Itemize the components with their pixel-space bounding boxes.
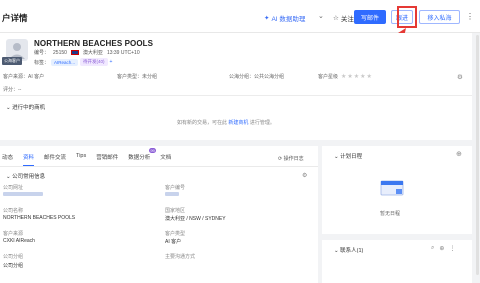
field-value: 澳大利亚 / NSW / SYDNEY <box>165 216 226 222</box>
field-label: 客户来源 <box>3 231 24 237</box>
divider <box>0 95 472 96</box>
add-tag-icon[interactable]: + <box>110 59 113 65</box>
field-value: AI 客户 <box>165 239 182 245</box>
status-badge: 公海客户 <box>2 57 22 65</box>
id-label: 编号： <box>34 50 50 56</box>
tab-activity[interactable]: 动态 <box>2 153 13 166</box>
tag-line: 标签： AIReach... 待开发(40) + <box>34 58 112 66</box>
field-label: 公司网址 <box>3 185 24 191</box>
field-label: 客户编号 <box>165 185 186 191</box>
contacts-title[interactable]: ⌄ 联系人(1) <box>334 246 363 254</box>
tab-email[interactable]: 邮件交流 <box>44 153 66 166</box>
field-value <box>3 192 43 198</box>
company-name: NORTHERN BEACHES POOLS <box>34 39 154 48</box>
tab-bar: 动态 资料 邮件交流 Tips 营销邮件 数据分析 99 文档 <box>0 148 318 167</box>
empty-pre: 如有新的交易，可在此 <box>177 120 228 126</box>
empty-post: 进行管理。 <box>249 120 275 126</box>
tab-analysis[interactable]: 数据分析 99 <box>128 148 157 166</box>
type-field: 客户类型：未分组 <box>117 74 158 80</box>
plus-icon[interactable]: ⊕ <box>456 150 462 158</box>
tag-chip[interactable]: 待开发(40) <box>80 58 108 66</box>
id-value: 25150 <box>53 49 67 56</box>
gear-icon[interactable]: ⚙ <box>302 172 307 179</box>
field-label: 公司名称 <box>3 208 24 214</box>
tag-chip[interactable]: AIReach... <box>51 58 79 66</box>
contacts-actions: ⌕ ⊕ ⋮ <box>431 245 455 252</box>
field-label: 公司分组 <box>3 254 24 260</box>
section-title[interactable]: ⌄ 公司常用信息 <box>6 172 45 180</box>
rating-field: 评分：-- <box>3 87 22 93</box>
opportunity-label: 进行中的商机 <box>12 105 46 111</box>
op-log-label: 操作日志 <box>283 156 304 162</box>
contacts-title-label: 联系人(1) <box>340 248 364 254</box>
field-label: 国家地区 <box>165 208 186 214</box>
operation-log-button[interactable]: ⟳ 操作日志 <box>278 155 304 162</box>
tags-label: 标签： <box>34 59 50 66</box>
field-value <box>165 192 179 198</box>
field-value: CXKI AIReach <box>3 238 35 244</box>
section-title-label: 公司常用信息 <box>12 174 46 180</box>
country: 澳大利亚 <box>82 50 103 56</box>
tab-marketing[interactable]: 营销邮件 <box>96 153 118 166</box>
star-field-label: 客户星级 <box>318 74 339 80</box>
scrollbar[interactable] <box>476 35 479 275</box>
tab-tips[interactable]: Tips <box>76 153 86 166</box>
detail-card: 动态 资料 邮件交流 Tips 营销邮件 数据分析 99 文档 ⟳ 操作日志 ⌄… <box>0 146 318 283</box>
plan-title-label: 计划日程 <box>340 154 363 160</box>
search-icon[interactable]: ⌕ <box>431 245 434 252</box>
opportunity-empty: 如有新的交易，可在此 新建商机 进行管理。 <box>177 119 275 126</box>
plan-card: ⌄ 计划日程 ⊕ 暂无日程 <box>322 146 472 234</box>
plan-title[interactable]: ⌄ 计划日程 <box>334 152 362 160</box>
field-value: 公司分组 <box>3 263 24 269</box>
count-badge: 99 <box>148 148 157 153</box>
tab-docs[interactable]: 文档 <box>160 153 171 166</box>
field-value: NORTHERN BEACHES POOLS <box>3 215 76 221</box>
more-icon[interactable]: ⋮ <box>449 245 455 252</box>
group-field: 公海分组：公共公海分组 <box>229 74 285 80</box>
calendar-icon <box>380 180 404 196</box>
field-label: 客户类型 <box>165 231 186 237</box>
field-label: 主要沟通方式 <box>165 254 196 260</box>
star-rating[interactable]: ★★★★★ <box>341 73 373 80</box>
flag-icon <box>70 50 79 55</box>
company-meta: 编号： 25150 澳大利亚 13:39 UTC+10 <box>34 49 140 57</box>
new-opportunity-link[interactable]: 新建商机 <box>228 120 248 126</box>
tab-analysis-label: 数据分析 <box>128 155 151 161</box>
local-time: 13:39 UTC+10 <box>106 49 140 56</box>
customer-info-card: 公海客户 NORTHERN BEACHES POOLS 编号： 25150 澳大… <box>0 33 472 140</box>
source-field: 客户来源：AI 客户 <box>3 74 45 80</box>
tab-profile[interactable]: 资料 <box>23 153 35 166</box>
plan-empty-text: 暂无日程 <box>380 211 401 217</box>
contacts-card: ⌄ 联系人(1) ⌕ ⊕ ⋮ <box>322 240 472 283</box>
plus-icon[interactable]: ⊕ <box>439 245 444 252</box>
opportunity-title[interactable]: ⌄ 进行中的商机 <box>6 103 45 111</box>
gear-icon[interactable]: ⚙ <box>457 73 463 81</box>
